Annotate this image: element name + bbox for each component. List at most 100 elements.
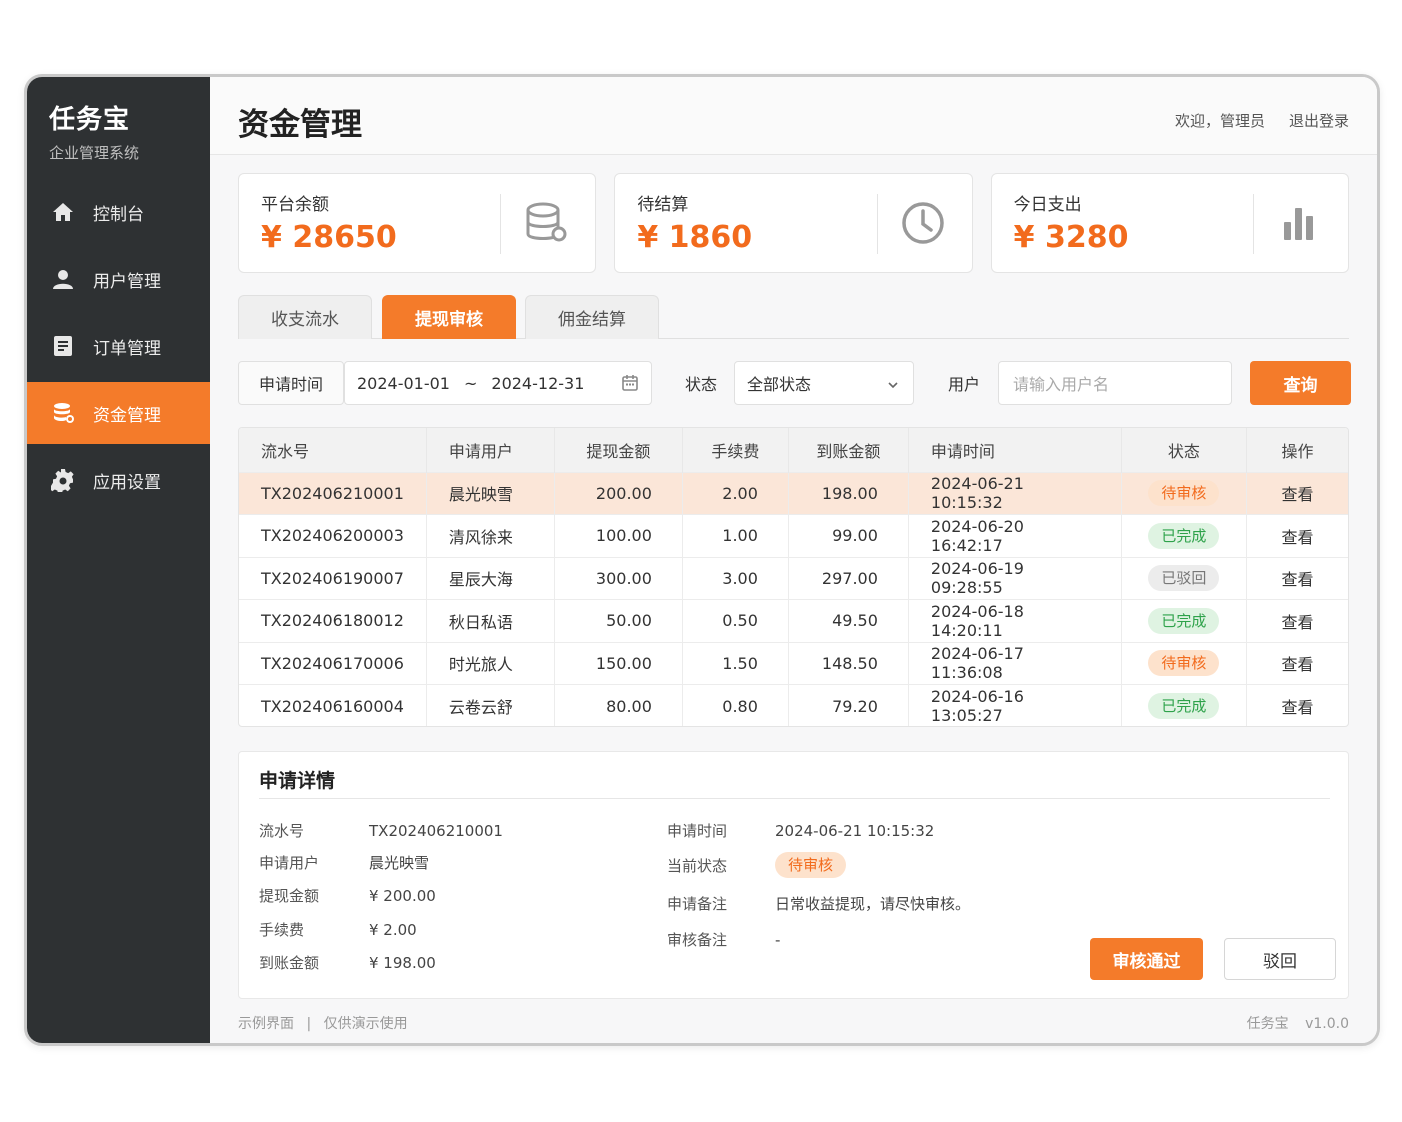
chevron-down-icon — [887, 376, 899, 395]
detail-row: 当前状态 待审核 — [667, 852, 847, 878]
detail-panel: 申请详情 流水号 TX202406210001 申请用户 晨光映雪 提现金额 ¥… — [238, 751, 1349, 999]
sidebar-item-dashboard[interactable]: 控制台 — [27, 181, 210, 243]
stat-card-label: 待结算 — [637, 195, 689, 215]
detail-key: 申请备注 — [667, 895, 728, 913]
detail-key: 申请时间 — [667, 822, 728, 840]
column-header: 操作 — [1246, 428, 1348, 472]
sidebar-item-orders[interactable]: 订单管理 — [27, 315, 210, 377]
cell-user: 清风徐来 — [426, 514, 555, 557]
cell-fee: 1.50 — [682, 641, 789, 685]
divider — [259, 798, 1330, 799]
stat-card-value: ¥ 1860 — [637, 220, 753, 255]
table-row[interactable]: TX202406190007 星辰大海 300.00 3.00 297.00 2… — [239, 556, 1348, 600]
detail-value: - — [775, 930, 781, 949]
detail-key: 到账金额 — [259, 954, 320, 972]
approve-button[interactable]: 审核通过 — [1090, 938, 1203, 980]
table-row[interactable]: TX202406200003 清风徐来 100.00 1.00 99.00 20… — [239, 514, 1348, 557]
cell-status: 已完成 — [1121, 514, 1247, 557]
column-header: 到账金额 — [788, 428, 909, 472]
cell-fee: 1.00 — [682, 514, 789, 557]
cell-fee: 2.00 — [682, 471, 789, 515]
stat-card-expense: 今日支出 ¥ 3280 — [990, 173, 1349, 273]
detail-key: 手续费 — [259, 921, 305, 939]
cell-received: 148.50 — [788, 641, 909, 685]
cell-time: 2024-06-19 09:28:55 — [908, 556, 1122, 600]
cell-user: 云卷云舒 — [426, 684, 555, 726]
cell-fee: 3.00 — [682, 556, 789, 600]
detail-row: 申请用户 晨光映雪 — [259, 852, 429, 873]
username-input[interactable]: 请输入用户名 — [998, 361, 1232, 405]
cell-amount: 300.00 — [554, 556, 683, 600]
cell-amount: 200.00 — [554, 471, 683, 515]
sidebar-item-settings[interactable]: 应用设置 — [27, 449, 210, 511]
table-row[interactable]: TX202406160004 云卷云舒 80.00 0.80 79.20 202… — [239, 684, 1348, 726]
table-row[interactable]: TX202406210001 晨光映雪 200.00 2.00 198.00 2… — [239, 471, 1348, 515]
detail-row: 手续费 ¥ 2.00 — [259, 919, 417, 940]
user-icon — [51, 267, 75, 291]
brand-subtitle: 企业管理系统 — [49, 144, 140, 162]
detail-value: ¥ 198.00 — [369, 953, 436, 972]
status-filter-label: 状态 — [685, 375, 718, 394]
cell-status: 已完成 — [1121, 684, 1247, 726]
calendar-icon[interactable] — [621, 374, 639, 396]
sidebar-item-funds[interactable]: 资金管理 — [27, 382, 210, 444]
stat-card-pending: 待结算 ¥ 1860 — [614, 173, 973, 273]
welcome-text: 欢迎，管理员 — [1174, 112, 1265, 130]
detail-value: TX202406210001 — [369, 821, 503, 840]
cell-received: 198.00 — [788, 471, 909, 515]
cell-status: 待审核 — [1121, 471, 1247, 515]
detail-row: 到账金额 ¥ 198.00 — [259, 952, 436, 973]
view-link[interactable]: 查看 — [1246, 514, 1348, 557]
table-header-row: 流水号 申请用户 提现金额 手续费 到账金额 申请时间 状态 操作 — [239, 428, 1348, 472]
cell-status: 已完成 — [1121, 599, 1247, 642]
detail-key: 提现金额 — [259, 887, 320, 905]
detail-key: 流水号 — [259, 822, 305, 840]
status-select[interactable]: 全部状态 — [734, 361, 914, 405]
reject-button[interactable]: 驳回 — [1224, 938, 1336, 980]
tab-withdraw-review[interactable]: 提现审核 — [382, 295, 516, 339]
table-row[interactable]: TX202406180012 秋日私语 50.00 0.50 49.50 202… — [239, 599, 1348, 642]
cell-time: 2024-06-21 10:15:32 — [908, 471, 1122, 515]
brand: 任务宝 企业管理系统 — [49, 99, 139, 163]
query-button[interactable]: 查询 — [1250, 361, 1351, 405]
tab-commission[interactable]: 佣金结算 — [525, 295, 659, 339]
logout-link[interactable]: 退出登录 — [1289, 110, 1349, 131]
table-row[interactable]: TX202406170006 时光旅人 150.00 1.50 148.50 2… — [239, 641, 1348, 685]
column-header: 申请时间 — [908, 428, 1122, 472]
clock-icon — [900, 200, 946, 246]
status-badge: 已驳回 — [1148, 565, 1220, 592]
view-link[interactable]: 查看 — [1246, 599, 1348, 642]
cell-received: 49.50 — [788, 599, 909, 642]
date-end: 2024-12-31 — [491, 373, 585, 393]
detail-value: 日常收益提现，请尽快审核。 — [775, 895, 971, 913]
date-range-input[interactable]: 2024-01-01 ~ 2024-12-31 — [344, 361, 652, 405]
status-badge: 待审核 — [1148, 650, 1220, 677]
cell-id: TX202406170006 — [239, 641, 427, 685]
footer-app-name: 任务宝 — [1246, 1016, 1289, 1032]
stat-card-value: ¥ 3280 — [1013, 220, 1129, 255]
cell-user: 秋日私语 — [426, 599, 555, 642]
view-link[interactable]: 查看 — [1246, 684, 1348, 726]
cell-user: 星辰大海 — [426, 556, 555, 600]
brand-title: 任务宝 — [49, 105, 131, 135]
sidebar-item-users[interactable]: 用户管理 — [27, 248, 210, 310]
tab-bar: 收支流水 提现审核 佣金结算 — [238, 295, 1349, 339]
footer-text: 仅供演示使用 — [323, 1016, 408, 1032]
tab-transactions[interactable]: 收支流水 — [238, 295, 372, 339]
stat-card-value: ¥ 28650 — [261, 220, 397, 255]
divider — [1252, 194, 1254, 254]
footer-right: 任务宝 v1.0.0 — [1247, 1013, 1349, 1033]
cell-fee: 0.50 — [682, 599, 789, 642]
view-link[interactable]: 查看 — [1246, 556, 1348, 600]
sidebar: 任务宝 企业管理系统 控制台 用户管理 订单管理 资金管理 应用设置 — [27, 77, 210, 1043]
column-header: 手续费 — [682, 428, 789, 472]
view-link[interactable]: 查看 — [1246, 471, 1348, 515]
date-separator: ~ — [463, 373, 478, 393]
sidebar-item-label: 资金管理 — [93, 405, 161, 426]
footer-version: v1.0.0 — [1305, 1016, 1349, 1032]
status-badge: 待审核 — [775, 852, 847, 878]
cell-received: 297.00 — [788, 556, 909, 600]
view-link[interactable]: 查看 — [1246, 641, 1348, 685]
main-content: 资金管理 欢迎，管理员 退出登录 平台余额 ¥ 28650 待结算 ¥ 1860 — [210, 77, 1377, 1043]
cell-amount: 80.00 — [554, 684, 683, 726]
